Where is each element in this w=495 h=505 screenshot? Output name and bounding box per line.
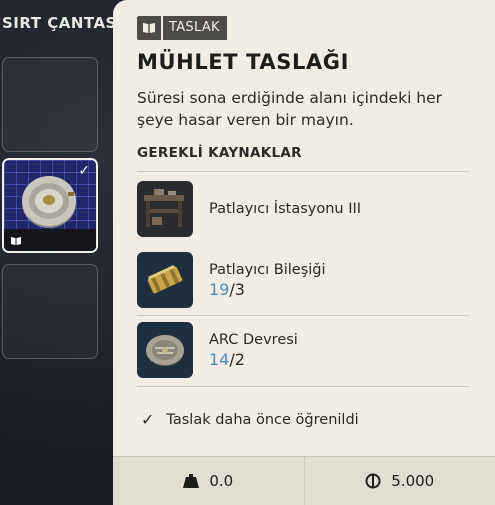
divider [137, 315, 469, 316]
resource-owned: 14 [209, 349, 230, 369]
resource-count: 14/2 [209, 350, 298, 369]
learned-text: Taslak daha önce öğrenildi [166, 411, 359, 428]
item-tooltip: TASLAK MÜHLET TASLAĞI Süresi sona erdiği… [113, 0, 495, 505]
resource-row: ARC Devresi 14/2 [137, 320, 469, 380]
book-icon [11, 237, 21, 245]
inventory-slot[interactable] [2, 264, 98, 359]
item-title: MÜHLET TASLAĞI [137, 50, 350, 74]
workstation-icon [137, 181, 193, 237]
divider [137, 386, 469, 387]
inventory-slot[interactable] [2, 57, 98, 152]
weight-stat: 0.0 [113, 457, 304, 505]
book-icon [143, 23, 155, 33]
price-value: 5.000 [391, 472, 435, 490]
weight-value: 0.0 [209, 472, 234, 490]
resource-required: /3 [229, 279, 245, 299]
mine-item-icon [22, 176, 76, 228]
resource-count: 19/3 [209, 280, 326, 299]
resource-row: Patlayıcı İstasyonu III [137, 179, 469, 239]
required-resources-heading: GEREKLİ KAYNAKLAR [137, 145, 302, 161]
tooltip-footer: 0.0 5.000 [113, 456, 495, 505]
resource-owned: 19 [209, 279, 230, 299]
resource-name: Patlayıcı Bileşiği [209, 261, 326, 278]
item-description: Süresi sona erdiğinde alanı içindeki her… [137, 89, 443, 129]
explosive-compound-icon [137, 252, 193, 308]
check-icon: ✓ [141, 410, 155, 429]
resource-name: ARC Devresi [209, 331, 298, 348]
learned-check-icon: ✓ [78, 163, 90, 179]
tag-label: TASLAK [163, 16, 227, 40]
resource-name: Patlayıcı İstasyonu III [209, 201, 362, 217]
inventory-slot-selected[interactable]: ✓ [2, 158, 98, 253]
blueprint-tag: TASLAK [137, 16, 227, 40]
resource-row: Patlayıcı Bileşiği 19/3 [137, 250, 469, 310]
price-stat: 5.000 [303, 457, 495, 505]
coin-icon [365, 473, 381, 489]
backpack-title: SIRT ÇANTASI [2, 14, 123, 32]
learned-status: ✓ Taslak daha önce öğrenildi [141, 410, 359, 429]
arc-circuit-icon [137, 322, 193, 378]
resource-required: /2 [229, 349, 245, 369]
weight-icon [183, 474, 200, 488]
divider [137, 171, 469, 172]
